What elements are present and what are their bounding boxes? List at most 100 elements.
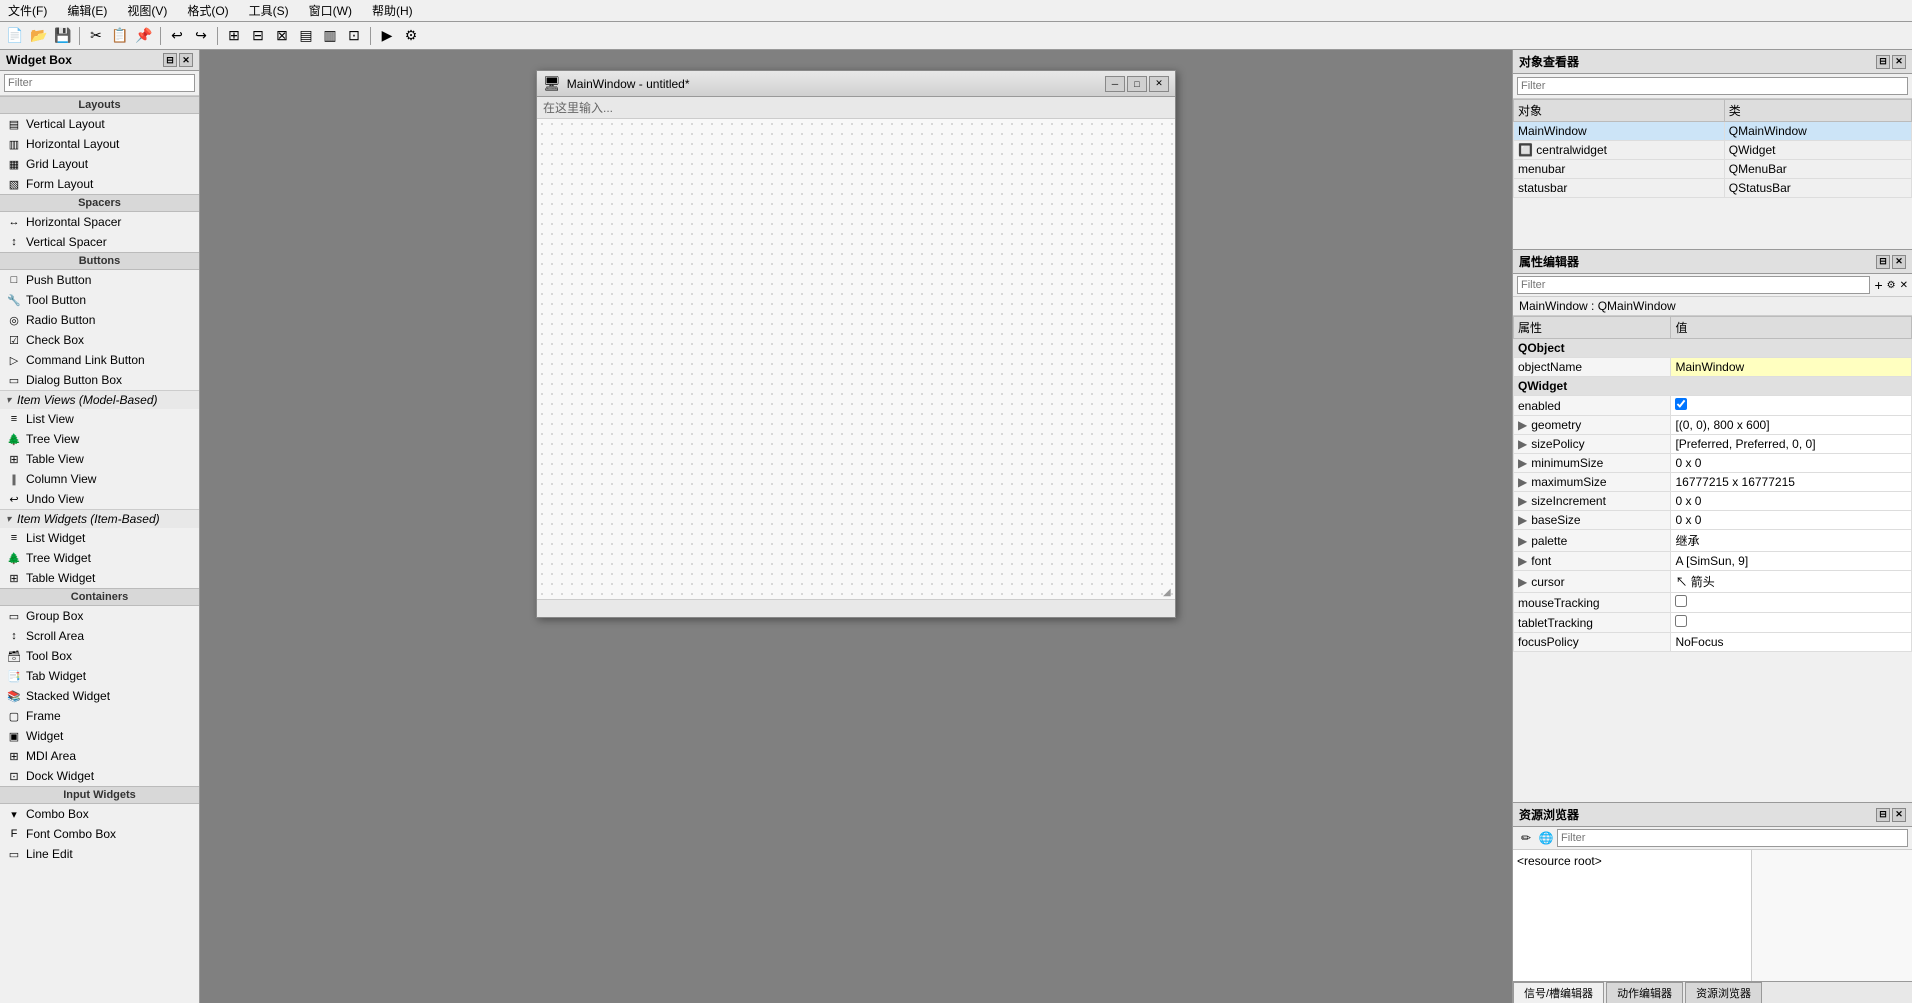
property-filter-input[interactable] xyxy=(1517,276,1870,294)
property-editor-float-btn[interactable]: ⊟ xyxy=(1876,255,1890,269)
widget-tree-view[interactable]: 🌲 Tree View xyxy=(0,429,199,449)
prop-row-enabled[interactable]: enabled xyxy=(1514,396,1912,416)
toolbar-layout1[interactable]: ⊞ xyxy=(223,25,245,47)
object-inspector-float-btn[interactable]: ⊟ xyxy=(1876,55,1890,69)
section-item-widgets[interactable]: ▾ Item Widgets (Item-Based) xyxy=(0,509,199,528)
toolbar-layout4[interactable]: ▤ xyxy=(295,25,317,47)
prop-mousetracking-checkbox[interactable] xyxy=(1675,595,1687,607)
widget-tool-button[interactable]: 🔧 Tool Button xyxy=(0,290,199,310)
prop-row-font[interactable]: ▶font A [SimSun, 9] xyxy=(1514,552,1912,571)
prop-enabled-checkbox[interactable] xyxy=(1675,398,1687,410)
menu-help[interactable]: 帮助(H) xyxy=(368,0,417,21)
toolbar-copy[interactable]: 📋 xyxy=(109,25,131,47)
palette-expand[interactable]: ▶ xyxy=(1518,534,1527,548)
widget-table-widget[interactable]: ⊞ Table Widget xyxy=(0,568,199,588)
prop-row-minimumsize[interactable]: ▶minimumSize 0 x 0 xyxy=(1514,454,1912,473)
widget-push-button[interactable]: □ Push Button xyxy=(0,270,199,290)
menu-view[interactable]: 视图(V) xyxy=(123,0,171,21)
resource-browser-close-btn[interactable]: ✕ xyxy=(1892,808,1906,822)
widget-vertical-layout[interactable]: ▤ Vertical Layout xyxy=(0,114,199,134)
form-close-btn[interactable]: ✕ xyxy=(1149,76,1169,92)
widget-box-close-btn[interactable]: ✕ xyxy=(179,53,193,67)
toolbar-undo[interactable]: ↩ xyxy=(166,25,188,47)
form-minimize-btn[interactable]: ─ xyxy=(1105,76,1125,92)
toolbar-open[interactable]: 📂 xyxy=(28,25,50,47)
widget-font-combo-box[interactable]: F Font Combo Box xyxy=(0,824,199,844)
widget-vertical-spacer[interactable]: ↕ Vertical Spacer xyxy=(0,232,199,252)
widget-command-link-button[interactable]: ▷ Command Link Button xyxy=(0,350,199,370)
toolbar-layout5[interactable]: ▥ xyxy=(319,25,341,47)
toolbar-settings[interactable]: ⚙ xyxy=(400,25,422,47)
widget-stacked-widget[interactable]: 📚 Stacked Widget xyxy=(0,686,199,706)
widget-mdi-area[interactable]: ⊞ MDI Area xyxy=(0,746,199,766)
widget-form-layout[interactable]: ▧ Form Layout xyxy=(0,174,199,194)
widget-box-filter-input[interactable] xyxy=(4,74,195,92)
prop-row-palette[interactable]: ▶palette 继承 xyxy=(1514,530,1912,552)
font-expand[interactable]: ▶ xyxy=(1518,554,1527,568)
resource-filter-input[interactable] xyxy=(1557,829,1908,847)
maximumsize-expand[interactable]: ▶ xyxy=(1518,475,1527,489)
property-close-btn2[interactable]: ✕ xyxy=(1900,280,1908,291)
obj-row-centralwidget[interactable]: 🔲 centralwidget QWidget xyxy=(1514,141,1912,160)
prop-value-objectname[interactable]: MainWindow xyxy=(1671,358,1912,377)
widget-horizontal-layout[interactable]: ▥ Horizontal Layout xyxy=(0,134,199,154)
widget-box-float-btn[interactable]: ⊟ xyxy=(163,53,177,67)
widget-horizontal-spacer[interactable]: ↔ Horizontal Spacer xyxy=(0,212,199,232)
section-layouts[interactable]: Layouts xyxy=(0,96,199,114)
menu-format[interactable]: 格式(O) xyxy=(183,0,232,21)
form-body[interactable]: ◢ xyxy=(537,119,1175,599)
tab-resource-browser[interactable]: 资源浏览器 xyxy=(1685,982,1762,1003)
toolbar-layout6[interactable]: ⊡ xyxy=(343,25,365,47)
menu-window[interactable]: 窗口(W) xyxy=(305,0,356,21)
widget-frame[interactable]: ▢ Frame xyxy=(0,706,199,726)
widget-dock-widget[interactable]: ⊡ Dock Widget xyxy=(0,766,199,786)
toolbar-layout2[interactable]: ⊟ xyxy=(247,25,269,47)
property-editor-close-btn[interactable]: ✕ xyxy=(1892,255,1906,269)
prop-value-tablettracking[interactable] xyxy=(1671,613,1912,633)
widget-dialog-button-box[interactable]: ▭ Dialog Button Box xyxy=(0,370,199,390)
toolbar-redo[interactable]: ↪ xyxy=(190,25,212,47)
prop-row-tablettracking[interactable]: tabletTracking xyxy=(1514,613,1912,633)
prop-row-maximumsize[interactable]: ▶maximumSize 16777215 x 16777215 xyxy=(1514,473,1912,492)
canvas-area[interactable]: 🖥 MainWindow - untitled* ─ □ ✕ 在这里输入... … xyxy=(200,50,1512,1003)
prop-row-geometry[interactable]: ▶geometry [(0, 0), 800 x 600] xyxy=(1514,416,1912,435)
widget-group-box[interactable]: ▭ Group Box xyxy=(0,606,199,626)
prop-row-sizeincrement[interactable]: ▶sizeIncrement 0 x 0 xyxy=(1514,492,1912,511)
cursor-expand[interactable]: ▶ xyxy=(1518,575,1527,589)
resource-refresh-btn[interactable]: 🌐 xyxy=(1537,829,1555,847)
resource-edit-btn[interactable]: ✏ xyxy=(1517,829,1535,847)
prop-value-mousetracking[interactable] xyxy=(1671,593,1912,613)
basesize-expand[interactable]: ▶ xyxy=(1518,513,1527,527)
section-input-widgets[interactable]: Input Widgets xyxy=(0,786,199,804)
widget-list-widget[interactable]: ≡ List Widget xyxy=(0,528,199,548)
obj-row-statusbar[interactable]: statusbar QStatusBar xyxy=(1514,179,1912,198)
section-item-views[interactable]: ▾ Item Views (Model-Based) xyxy=(0,390,199,409)
widget-line-edit[interactable]: ▭ Line Edit xyxy=(0,844,199,864)
tab-action-editor[interactable]: 动作编辑器 xyxy=(1606,982,1683,1003)
geometry-expand[interactable]: ▶ xyxy=(1518,418,1527,432)
menu-tools[interactable]: 工具(S) xyxy=(245,0,293,21)
prop-row-cursor[interactable]: ▶cursor ↖ 箭头 xyxy=(1514,571,1912,593)
widget-radio-button[interactable]: ◎ Radio Button xyxy=(0,310,199,330)
widget-column-view[interactable]: ∥ Column View xyxy=(0,469,199,489)
widget-tab-widget[interactable]: 📑 Tab Widget xyxy=(0,666,199,686)
prop-row-objectname[interactable]: objectName MainWindow xyxy=(1514,358,1912,377)
toolbar-preview[interactable]: ▶ xyxy=(376,25,398,47)
sizepolicy-expand[interactable]: ▶ xyxy=(1518,437,1527,451)
menu-file[interactable]: 文件(F) xyxy=(4,0,51,21)
property-opt-btn[interactable]: ⚙ xyxy=(1887,280,1896,291)
toolbar-layout3[interactable]: ⊠ xyxy=(271,25,293,47)
widget-tree-widget[interactable]: 🌲 Tree Widget xyxy=(0,548,199,568)
section-spacers[interactable]: Spacers xyxy=(0,194,199,212)
toolbar-new[interactable]: 📄 xyxy=(4,25,26,47)
minimumsize-expand[interactable]: ▶ xyxy=(1518,456,1527,470)
form-maximize-btn[interactable]: □ xyxy=(1127,76,1147,92)
resource-browser-float-btn[interactable]: ⊟ xyxy=(1876,808,1890,822)
object-inspector-close-btn[interactable]: ✕ xyxy=(1892,55,1906,69)
obj-row-menubar[interactable]: menubar QMenuBar xyxy=(1514,160,1912,179)
prop-row-focuspolicy[interactable]: focusPolicy NoFocus xyxy=(1514,633,1912,652)
sizeincrement-expand[interactable]: ▶ xyxy=(1518,494,1527,508)
widget-check-box[interactable]: ☑ Check Box xyxy=(0,330,199,350)
widget-grid-layout[interactable]: ▦ Grid Layout xyxy=(0,154,199,174)
widget-undo-view[interactable]: ↩ Undo View xyxy=(0,489,199,509)
